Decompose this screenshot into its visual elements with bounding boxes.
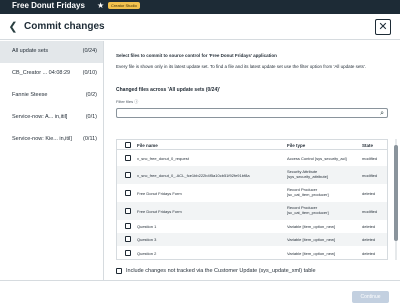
table-row[interactable]: Question 3 Variable [item_option_new] de… — [117, 233, 387, 246]
modal-header: ❮ Commit changes ✕ — [0, 14, 400, 40]
filter-search-input[interactable]: ⌕ — [116, 108, 388, 118]
file-name: Question 1 — [137, 224, 157, 229]
table-row[interactable]: Free Donut Fridays Form Record Producer … — [117, 184, 387, 202]
sidebar-item-count: (0/10) — [82, 70, 97, 76]
file-type: Record Producer [sc_cat_item_producer] — [287, 205, 329, 215]
file-name: Question 2 — [137, 251, 157, 256]
file-state: deleted — [362, 191, 376, 196]
modal-footer: Continue — [0, 280, 400, 308]
close-button[interactable]: ✕ — [375, 19, 391, 35]
file-name: Free Donut Fridays Form — [137, 209, 182, 214]
table-row[interactable]: Free Donut Fridays Form Record Producer … — [117, 202, 387, 220]
scrollbar-thumb[interactable] — [394, 145, 398, 241]
file-state: deleted — [362, 237, 376, 242]
file-state: deleted — [362, 224, 376, 229]
file-state: deleted — [362, 251, 376, 256]
sidebar-item-label: Service-now: Kie... in,itil] — [12, 136, 72, 142]
table-row[interactable]: Question 1 Variable [item_option_new] de… — [117, 220, 387, 233]
select-all-checkbox[interactable] — [125, 142, 131, 148]
file-name: Question 3 — [137, 237, 157, 242]
main-panel: Select files to commit to source control… — [104, 41, 400, 280]
creator-studio-badge: Creator Studio — [108, 2, 140, 9]
sidebar-item-fannie-steese[interactable]: Fannie Steese (0/2) — [0, 85, 103, 107]
filter-files-label: Filter files ⓘ — [116, 99, 139, 104]
sidebar-item-label: All update sets — [12, 48, 49, 54]
app-title: Free Donut Fridays — [12, 1, 85, 10]
file-name: x_snc_free_donut_0_request — [137, 156, 189, 161]
table-row[interactable]: Question 2 Variable [item_option_new] de… — [117, 246, 387, 259]
sidebar-item-count: (0/24) — [82, 48, 97, 54]
sidebar-item-label: Fannie Steese — [12, 92, 48, 98]
include-untracked-option[interactable]: Include changes not tracked via the Cust… — [116, 267, 400, 277]
include-untracked-checkbox[interactable] — [116, 268, 122, 274]
modal-title: Commit changes — [24, 21, 105, 32]
changed-files-table: File name File type State x_snc_free_don… — [116, 139, 388, 260]
sidebar-item-all-update-sets[interactable]: All update sets (0/24) — [0, 41, 103, 63]
table-row[interactable]: x_snc_free_donut_0_request Access Contro… — [117, 150, 387, 166]
search-icon: ⌕ — [380, 110, 384, 117]
file-type: Security Attribute [sys_security_attribu… — [287, 169, 328, 179]
instruction-body: Every file is shown only in its latest u… — [116, 64, 367, 69]
file-name: x_snc_free_donut_0_.ACL_fce1bb222b4f5a10… — [137, 173, 250, 178]
column-header-file-name[interactable]: File name — [137, 143, 158, 148]
sidebar-item-count: (0/2) — [85, 92, 97, 98]
back-arrow-icon[interactable]: ❮ — [6, 20, 20, 34]
table-scrollbar[interactable] — [393, 139, 399, 260]
row-checkbox[interactable] — [125, 236, 131, 242]
column-header-file-type[interactable]: File type — [287, 143, 305, 148]
file-type: Access Control [sys_security_acl] — [287, 156, 347, 161]
sidebar-item-service-now-kie[interactable]: Service-now: Kie... in,itil] (0/11) — [0, 129, 103, 151]
row-checkbox[interactable] — [125, 223, 131, 229]
sidebar-item-label: Service-now: A... in,itil] — [12, 114, 68, 120]
row-checkbox[interactable] — [125, 250, 131, 256]
file-state: modified — [362, 209, 378, 214]
row-checkbox[interactable] — [125, 190, 131, 196]
file-state: modified — [362, 173, 378, 178]
update-set-sidebar: All update sets (0/24) CB_Creator ... 04… — [0, 41, 104, 280]
app-header: Free Donut Fridays ★ Creator Studio — [0, 0, 400, 14]
sidebar-item-count: (0/1) — [85, 114, 97, 120]
row-checkbox[interactable] — [125, 155, 131, 161]
include-untracked-label: Include changes not tracked via the Cust… — [126, 268, 316, 274]
file-type: Record Producer [sc_cat_item_producer] — [287, 187, 329, 197]
file-type: Variable [item_option_new] — [287, 224, 335, 229]
instruction-title: Select files to commit to source control… — [116, 53, 277, 58]
continue-button[interactable]: Continue — [352, 291, 389, 303]
table-row[interactable]: x_snc_free_donut_0_.ACL_fce1bb222b4f5a10… — [117, 166, 387, 184]
star-icon[interactable]: ★ — [97, 1, 104, 10]
sidebar-item-service-now-a[interactable]: Service-now: A... in,itil] (0/1) — [0, 107, 103, 129]
column-header-state[interactable]: State — [362, 143, 373, 148]
sidebar-item-count: (0/11) — [83, 136, 97, 142]
row-checkbox[interactable] — [125, 172, 131, 178]
row-checkbox[interactable] — [125, 208, 131, 214]
table-header: File name File type State — [117, 140, 387, 150]
file-name: Free Donut Fridays Form — [137, 191, 182, 196]
file-type: Variable [item_option_new] — [287, 237, 335, 242]
sidebar-item-label: CB_Creator ... 04:08:29 — [12, 70, 71, 76]
changed-files-header: Changed files across 'All update sets (0… — [116, 87, 221, 93]
file-type: Variable [item_option_new] — [287, 251, 335, 256]
sidebar-item-cb-creator[interactable]: CB_Creator ... 04:08:29 (0/10) — [0, 63, 103, 85]
commit-changes-modal: ❮ Commit changes ✕ All update sets (0/24… — [0, 14, 400, 308]
file-state: modified — [362, 156, 378, 161]
